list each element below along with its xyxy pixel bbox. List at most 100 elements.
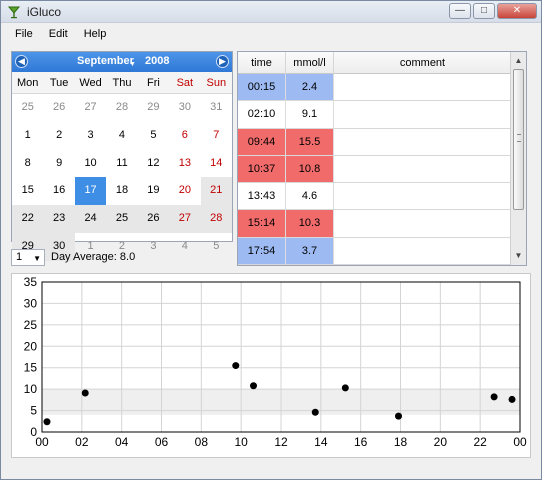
month-selector[interactable]: September <box>77 55 134 67</box>
calendar-day[interactable]: 1 <box>12 122 43 150</box>
table-row[interactable]: 13:43 4.6 <box>238 183 512 211</box>
calendar-day[interactable]: 28 <box>200 205 232 233</box>
calendar-day[interactable]: 10 <box>75 150 106 178</box>
data-point <box>341 384 349 392</box>
grip-icon <box>517 134 521 142</box>
table-row[interactable]: 09:44 15.5 <box>238 128 512 156</box>
calendar-day[interactable]: 26 <box>137 205 170 233</box>
header-time[interactable]: time <box>238 52 286 74</box>
arrow-right-icon: ▶ <box>219 56 226 66</box>
calendar-day[interactable]: 14 <box>201 150 232 178</box>
calendar-day[interactable]: 16 <box>43 177 74 205</box>
header-mmol[interactable]: mmol/l <box>286 52 334 74</box>
comment-cell[interactable] <box>334 237 512 265</box>
calendar-day[interactable]: 25 <box>12 94 43 122</box>
menu-file[interactable]: File <box>7 26 41 42</box>
scroll-up-icon[interactable]: ▲ <box>511 54 526 68</box>
prev-month-button[interactable]: ◀ <box>15 55 28 68</box>
menu-help[interactable]: Help <box>76 26 115 42</box>
x-tick-label: 08 <box>195 435 209 449</box>
calendar-day[interactable]: 20 <box>169 177 200 205</box>
time-cell: 09:44 <box>238 128 286 155</box>
calendar-day[interactable]: 15 <box>12 177 43 205</box>
weekday-header: Tue <box>43 72 75 94</box>
time-cell: 10:37 <box>238 155 286 183</box>
calendar-day[interactable]: 12 <box>138 150 169 178</box>
comment-cell[interactable] <box>334 210 512 237</box>
year-selector[interactable]: 2008 <box>145 55 169 67</box>
value-cell: 15.5 <box>286 128 334 155</box>
data-point <box>250 382 258 390</box>
comment-cell[interactable] <box>334 101 512 128</box>
weekday-header: Wed <box>74 72 107 94</box>
calendar-day[interactable]: 25 <box>106 205 138 233</box>
comment-cell[interactable] <box>334 128 512 155</box>
comment-cell[interactable] <box>334 155 512 183</box>
calendar-day[interactable]: 4 <box>106 122 137 150</box>
calendar-day[interactable]: 11 <box>106 150 137 178</box>
x-tick-label: 14 <box>314 435 328 449</box>
weekday-header: Mon <box>12 72 44 94</box>
header-comment[interactable]: comment <box>334 52 512 74</box>
value-cell: 10.8 <box>286 155 334 183</box>
calendar-day[interactable]: 19 <box>138 177 169 205</box>
x-tick-label: 22 <box>473 435 487 449</box>
minimize-button[interactable]: — <box>449 3 471 19</box>
day-count-value: 1 <box>16 250 23 263</box>
comment-cell[interactable] <box>334 74 512 101</box>
calendar-day[interactable]: 29 <box>138 94 169 122</box>
calendar-day[interactable]: 18 <box>106 177 137 205</box>
calendar-day[interactable]: 2 <box>43 122 74 150</box>
calendar-day[interactable]: 13 <box>169 150 200 178</box>
calendar-day[interactable]: 30 <box>169 94 200 122</box>
x-tick-label: 10 <box>234 435 248 449</box>
table-row[interactable]: 15:14 10.3 <box>238 210 512 238</box>
calendar-day[interactable]: 31 <box>201 94 232 122</box>
calendar-day[interactable]: 23 <box>43 205 75 233</box>
maximize-button[interactable]: □ <box>473 3 495 19</box>
calendar-day[interactable]: 28 <box>106 94 137 122</box>
table-row[interactable]: 10:37 10.8 <box>238 155 512 184</box>
y-tick-label: 20 <box>24 339 38 353</box>
x-tick-label: 00 <box>513 435 527 449</box>
calendar-day[interactable]: 17 <box>74 177 107 206</box>
title-bar[interactable]: iGluco — □ ✕ <box>1 1 541 23</box>
table-scrollbar[interactable]: ▲ ▼ <box>510 52 526 265</box>
calendar-day[interactable]: 22 <box>12 205 44 233</box>
calendar-day[interactable]: 7 <box>201 122 232 150</box>
day-count-select[interactable]: 1 ▼ <box>11 248 45 266</box>
table-row[interactable]: 02:10 9.1 <box>238 101 512 129</box>
calendar-day[interactable]: 27 <box>169 205 201 233</box>
calendar-day[interactable]: 21 <box>200 177 232 206</box>
scroll-thumb[interactable] <box>513 69 524 210</box>
month-dropdown-icon: ▼ <box>129 61 136 68</box>
time-cell: 17:54 <box>238 237 286 265</box>
table-row[interactable]: 17:54 3.7 <box>238 237 512 265</box>
calendar-day[interactable]: 5 <box>138 122 169 150</box>
y-tick-label: 25 <box>24 318 38 332</box>
scroll-down-icon[interactable]: ▼ <box>511 249 526 263</box>
next-month-button[interactable]: ▶ <box>216 55 229 68</box>
y-tick-label: 35 <box>24 275 38 289</box>
y-tick-label: 5 <box>30 404 37 418</box>
calendar-day[interactable]: 26 <box>43 94 74 122</box>
time-cell: 13:43 <box>238 183 286 210</box>
calendar-day[interactable]: 27 <box>75 94 106 122</box>
data-point <box>232 362 240 370</box>
calendar-day[interactable]: 8 <box>12 150 43 178</box>
maximize-icon: □ <box>480 5 488 16</box>
x-tick-label: 18 <box>394 435 408 449</box>
glucose-chart: 00 02 04 06 08 10 12 14 16 18 20 22 00 0 5 10 15 20 25 30 35 <box>11 273 531 458</box>
y-tick-label: 10 <box>24 382 38 396</box>
weekday-header: Sun <box>200 72 232 94</box>
calendar-day[interactable]: 3 <box>75 122 106 150</box>
close-button[interactable]: ✕ <box>497 3 537 19</box>
calendar-day[interactable]: 24 <box>74 205 107 233</box>
calendar-day[interactable]: 9 <box>43 150 74 178</box>
table-row[interactable]: 00:15 2.4 <box>238 74 512 102</box>
chart-svg: 00 02 04 06 08 10 12 14 16 18 20 22 0005101520253035 <box>24 275 527 449</box>
menu-edit[interactable]: Edit <box>41 26 76 42</box>
comment-cell[interactable] <box>334 183 512 210</box>
data-point <box>311 408 319 416</box>
calendar-day[interactable]: 6 <box>169 122 200 150</box>
